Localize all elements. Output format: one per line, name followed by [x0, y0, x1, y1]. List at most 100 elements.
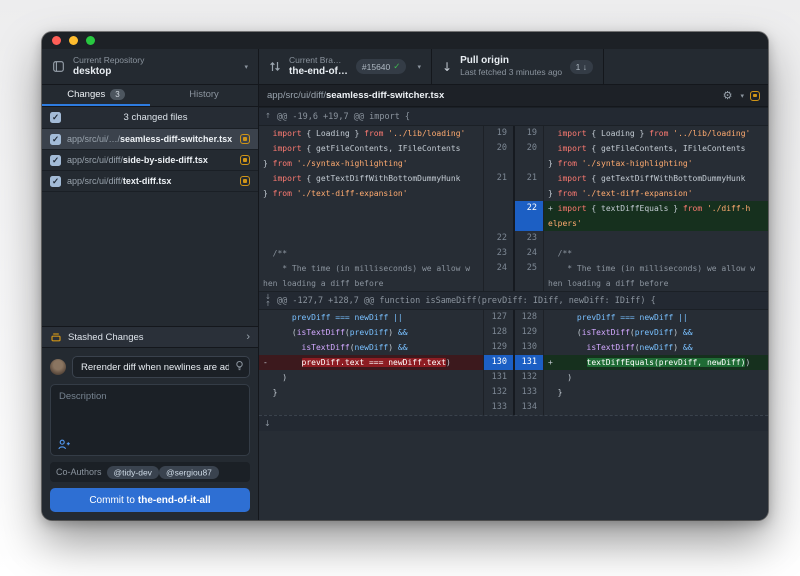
line-number-new[interactable]: 132: [513, 370, 543, 385]
lightbulb-icon[interactable]: [234, 360, 245, 372]
minimize-window-button[interactable]: [69, 36, 78, 45]
coauthor-pill[interactable]: @sergiou87: [159, 466, 219, 479]
file-path-prefix: app/src/ui/…/: [67, 134, 120, 144]
code-line: } from './text-diff-expansion': [263, 186, 480, 201]
diff-file-path: app/src/ui/diff/seamless-diff-switcher.t…: [267, 90, 717, 101]
diff-row: * The time (in milliseconds) we allow wh…: [259, 261, 768, 291]
line-number-old[interactable]: 129: [483, 340, 513, 355]
diff-left-cell: ): [259, 370, 483, 385]
hunk-header-text: @@ -127,7 +128,7 @@ function isSameDiff(…: [277, 296, 656, 306]
line-number-new[interactable]: 21: [513, 171, 543, 201]
tab-history[interactable]: History: [150, 85, 258, 106]
branch-icon: [269, 60, 281, 73]
coauthors-row[interactable]: Co-Authors @tidy-dev@sergiou87: [50, 462, 250, 482]
code-line: + textDiffEquals(prevDiff, newDiff)): [548, 355, 765, 370]
commit-button-prefix: Commit to: [89, 495, 135, 506]
zoom-window-button[interactable]: [86, 36, 95, 45]
line-number-new[interactable]: 20: [513, 141, 543, 171]
commit-summary-input[interactable]: [72, 356, 250, 378]
coauthor-pill[interactable]: @tidy-dev: [107, 466, 159, 479]
file-checkbox[interactable]: ✓: [50, 134, 61, 145]
line-number-old[interactable]: 20: [483, 141, 513, 171]
line-number-old[interactable]: 24: [483, 261, 513, 291]
code-line: }: [548, 385, 765, 400]
expand-hunk-icon[interactable]: ↓↑: [259, 294, 277, 308]
file-checkbox[interactable]: ✓: [50, 176, 61, 187]
diff-right-cell: + textDiffEquals(prevDiff, newDiff)): [543, 355, 768, 370]
line-number-old[interactable]: 132: [483, 385, 513, 400]
line-number-new[interactable]: 128: [513, 310, 543, 325]
line-number-old[interactable]: 131: [483, 370, 513, 385]
file-checkbox[interactable]: ✓: [50, 155, 61, 166]
modified-icon: [240, 155, 250, 165]
line-number-new[interactable]: 130: [513, 340, 543, 355]
code-line: }: [263, 385, 480, 400]
diff-row: isTextDiff(newDiff) &&129130 isTextDiff(…: [259, 340, 768, 355]
code-line: [263, 400, 480, 415]
code-line: import { Loading } from '../lib/loading': [263, 126, 480, 141]
coauthors-label: Co-Authors: [56, 467, 102, 477]
file-row[interactable]: ✓app/src/ui/diff/side-by-side-diff.tsx: [42, 150, 258, 171]
toolbar: Current Repository desktop ▾ Current Bra…: [42, 49, 768, 85]
code-line: } from './text-diff-expansion': [548, 186, 765, 201]
line-number-new[interactable]: 133: [513, 385, 543, 400]
tab-changes[interactable]: Changes 3: [42, 85, 150, 106]
line-number-new[interactable]: 24: [513, 246, 543, 261]
line-number-old[interactable]: 22: [483, 231, 513, 246]
code-line: [263, 231, 480, 246]
line-number-new[interactable]: 129: [513, 325, 543, 340]
diff-right-cell: [543, 231, 768, 246]
expand-hunk-icon[interactable]: ↑: [259, 113, 277, 120]
expand-down-row[interactable]: ↓: [259, 415, 768, 431]
pull-title: Pull origin: [460, 55, 562, 68]
line-number-new[interactable]: 23: [513, 231, 543, 246]
diff-right-cell: [543, 400, 768, 415]
diff-path-prefix: app/src/ui/diff/: [267, 90, 326, 101]
gear-icon[interactable]: ⚙: [723, 90, 733, 101]
line-number-new[interactable]: 22: [513, 201, 543, 231]
file-row[interactable]: ✓ app/src/ui/…/seamless-diff-switcher.tsx: [42, 129, 258, 150]
commit-description-input[interactable]: [51, 385, 249, 439]
stashed-changes-row[interactable]: Stashed Changes ›: [42, 326, 258, 348]
commit-button[interactable]: Commit to the-end-of-it-all: [50, 488, 250, 512]
diff-row: 133134: [259, 400, 768, 415]
line-number-new[interactable]: 19: [513, 126, 543, 141]
line-number-old[interactable]: 133: [483, 400, 513, 415]
line-number-new[interactable]: 134: [513, 400, 543, 415]
code-line: [548, 231, 765, 246]
close-window-button[interactable]: [52, 36, 61, 45]
line-number-old[interactable]: 23: [483, 246, 513, 261]
line-number-old[interactable]: 130: [483, 355, 513, 370]
diff-right-cell: + import { textDiffEquals } from './diff…: [543, 201, 768, 231]
pull-subtitle: Last fetched 3 minutes ago: [460, 67, 562, 78]
line-number-old[interactable]: 19: [483, 126, 513, 141]
select-all-checkbox[interactable]: ✓: [50, 112, 61, 123]
file-row[interactable]: ✓app/src/ui/diff/text-diff.tsx: [42, 171, 258, 192]
hunk-header: ↓↑@@ -127,7 +128,7 @@ function isSameDif…: [259, 291, 768, 310]
line-number-old[interactable]: [483, 201, 513, 231]
current-branch-button[interactable]: Current Bra… the-end-of… #15640 ✓ ▾: [259, 49, 432, 84]
line-number-old[interactable]: 127: [483, 310, 513, 325]
diff-row: import { getFileContents, IFileContents}…: [259, 141, 768, 171]
current-repository-button[interactable]: Current Repository desktop ▾: [42, 49, 259, 84]
add-coauthor-icon[interactable]: [58, 439, 71, 450]
diff-right-cell: }: [543, 385, 768, 400]
toolbar-filler: [604, 49, 768, 84]
line-number-new[interactable]: 25: [513, 261, 543, 291]
file-name: seamless-diff-switcher.tsx: [120, 134, 232, 144]
app-window: Current Repository desktop ▾ Current Bra…: [42, 32, 768, 520]
line-number-old[interactable]: 21: [483, 171, 513, 201]
line-number-new[interactable]: 131: [513, 355, 543, 370]
tab-history-label: History: [189, 89, 219, 100]
pull-origin-button[interactable]: ↓ Pull origin Last fetched 3 minutes ago…: [432, 49, 604, 84]
branch-name: the-end-of…: [289, 66, 348, 79]
line-number-old[interactable]: 128: [483, 325, 513, 340]
code-line: isTextDiff(newDiff) &&: [263, 340, 480, 355]
file-name: text-diff.tsx: [123, 176, 172, 186]
diff-row: prevDiff === newDiff ||127128 prevDiff =…: [259, 310, 768, 325]
diff-right-cell: import { getFileContents, IFileContents}…: [543, 141, 768, 171]
pr-status-badge[interactable]: #15640 ✓: [356, 59, 407, 74]
chevron-down-icon[interactable]: ▾: [740, 92, 744, 100]
diff-left-cell: [259, 231, 483, 246]
ci-check-icon: ✓: [393, 61, 400, 72]
